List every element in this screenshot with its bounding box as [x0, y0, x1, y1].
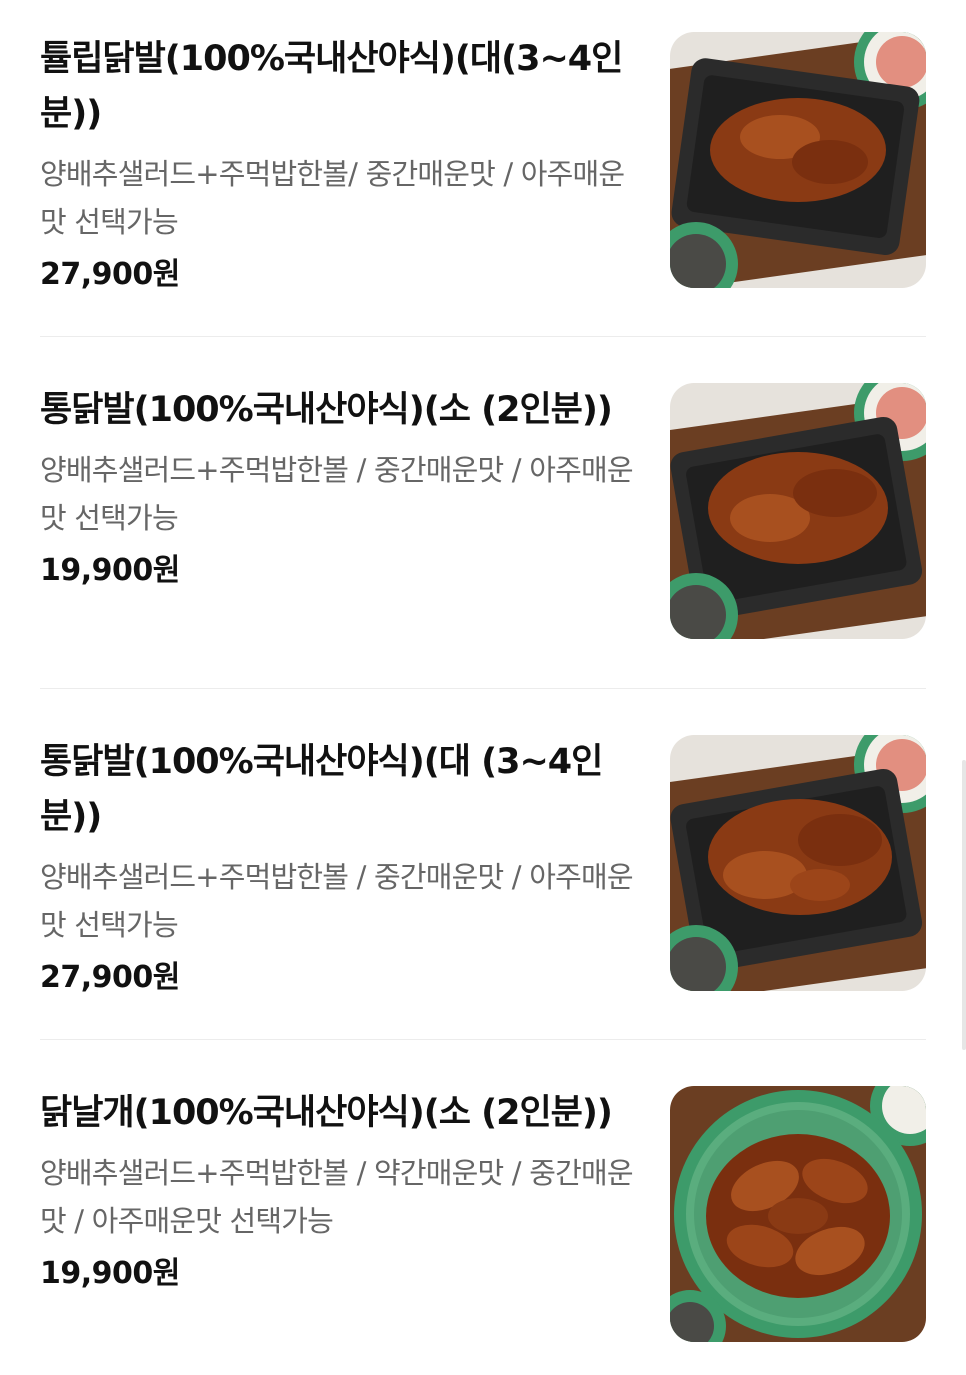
menu-item-wings-small[interactable]: 닭날개(100%국내산야식)(소 (2인분)) 양배추샐러드+주먹밥한볼 / 약… — [40, 1086, 926, 1346]
menu-item-price: 27,900원 — [40, 257, 180, 292]
chicken-feet-photo-icon — [670, 32, 926, 288]
menu-item-name: 통닭발(100%국내산야식)(대 (3~4인분)) — [40, 742, 603, 837]
menu-item-text: 통닭발(100%국내산야식)(소 (2인분)) 양배추샐러드+주먹밥한볼 / 중… — [40, 383, 640, 593]
menu-item-text: 닭날개(100%국내산야식)(소 (2인분)) 양배추샐러드+주먹밥한볼 / 약… — [40, 1086, 640, 1296]
scrollbar[interactable] — [962, 760, 966, 1050]
chicken-wings-photo-icon — [670, 1086, 926, 1342]
divider — [40, 688, 926, 689]
menu-item-photo[interactable] — [670, 735, 926, 991]
menu-item-description: 양배추샐러드+주먹밥한볼 / 약간매운맛 / 중간매운맛 / 아주매운맛 선택가… — [40, 1156, 634, 1238]
menu-item-photo[interactable] — [670, 383, 926, 639]
menu-item-name: 닭날개(100%국내산야식)(소 (2인분)) — [40, 1093, 613, 1133]
menu-item-description: 양배추샐러드+주먹밥한볼/ 중간매운맛 / 아주매운맛 선택가능 — [40, 157, 625, 239]
menu-list: 튤립닭발(100%국내산야식)(대(3~4인분)) 양배추샐러드+주먹밥한볼/ … — [0, 0, 966, 1375]
menu-item-tulip-feet-large[interactable]: 튤립닭발(100%국내산야식)(대(3~4인분)) 양배추샐러드+주먹밥한볼/ … — [40, 32, 926, 292]
menu-item-photo[interactable] — [670, 32, 926, 288]
menu-item-price: 27,900원 — [40, 960, 180, 995]
menu-item-text: 통닭발(100%국내산야식)(대 (3~4인분)) 양배추샐러드+주먹밥한볼 /… — [40, 735, 640, 1000]
menu-item-whole-feet-large[interactable]: 통닭발(100%국내산야식)(대 (3~4인분)) 양배추샐러드+주먹밥한볼 /… — [40, 735, 926, 995]
divider — [40, 336, 926, 337]
menu-item-text: 튤립닭발(100%국내산야식)(대(3~4인분)) 양배추샐러드+주먹밥한볼/ … — [40, 32, 640, 297]
menu-item-description: 양배추샐러드+주먹밥한볼 / 중간매운맛 / 아주매운맛 선택가능 — [40, 453, 634, 535]
menu-item-description: 양배추샐러드+주먹밥한볼 / 중간매운맛 / 아주매운맛 선택가능 — [40, 860, 634, 942]
divider — [40, 1039, 926, 1040]
menu-item-whole-feet-small[interactable]: 통닭발(100%국내산야식)(소 (2인분)) 양배추샐러드+주먹밥한볼 / 중… — [40, 383, 926, 643]
menu-item-price: 19,900원 — [40, 553, 180, 588]
menu-item-photo[interactable] — [670, 1086, 926, 1342]
menu-item-name: 통닭발(100%국내산야식)(소 (2인분)) — [40, 390, 613, 430]
menu-item-price: 19,900원 — [40, 1256, 180, 1291]
menu-item-name: 튤립닭발(100%국내산야식)(대(3~4인분)) — [40, 39, 623, 134]
chicken-feet-photo-icon — [670, 735, 926, 991]
chicken-feet-photo-icon — [670, 383, 926, 639]
